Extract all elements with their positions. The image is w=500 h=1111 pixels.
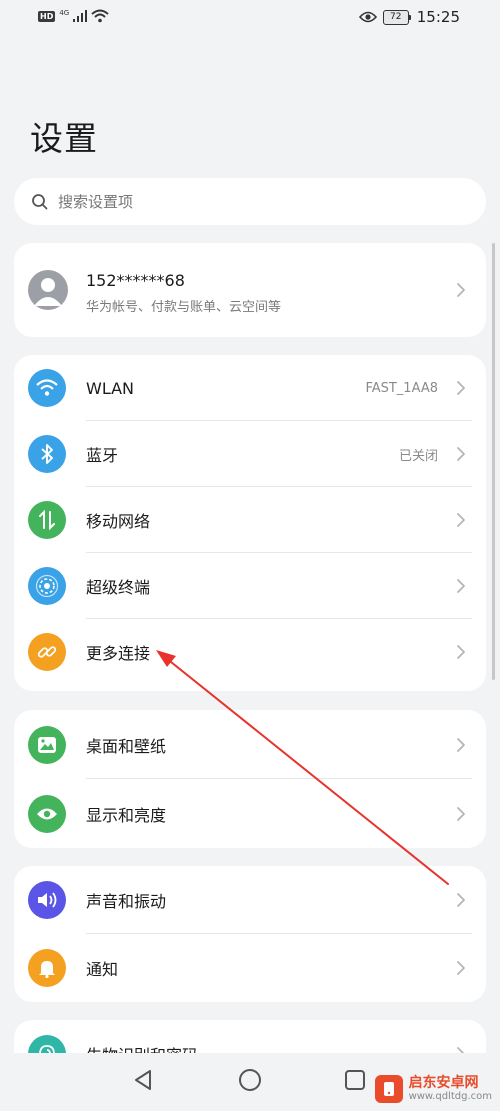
sound-card: 声音和振动 通知 xyxy=(14,866,486,1002)
settings-item-label: 声音和振动 xyxy=(86,892,167,911)
search-input[interactable] xyxy=(56,191,440,212)
settings-item-display-brightness[interactable]: 显示和亮度 xyxy=(14,779,486,848)
connectivity-card: WLAN FAST_1AA8 蓝牙 已关闭 移动网络 超级终端 更多连接 xyxy=(14,355,486,691)
settings-item-value: FAST_1AA8 xyxy=(365,380,438,396)
settings-screen: HD 4G 72 15:25 设置 搜索设置项 152******68 华为帐号… xyxy=(0,0,500,1111)
wifi-icon xyxy=(28,369,66,407)
display-card: 桌面和壁纸 显示和亮度 xyxy=(14,710,486,848)
settings-item-label: WLAN xyxy=(86,378,135,398)
recents-button[interactable] xyxy=(340,1065,370,1095)
signal-icon xyxy=(73,10,88,22)
chevron-right-icon xyxy=(457,513,465,527)
settings-item-notifications[interactable]: 通知 xyxy=(14,934,486,1002)
account-row[interactable]: 152******68 华为帐号、付款与账单、云空间等 xyxy=(14,243,486,337)
hd-badge: HD xyxy=(38,10,56,22)
bluetooth-icon xyxy=(28,435,66,473)
settings-item-label: 更多连接 xyxy=(86,644,151,663)
bell-icon xyxy=(28,949,66,987)
chevron-right-icon xyxy=(457,961,465,975)
watermark-text: 启东安卓网 www.qdltdg.com xyxy=(408,1074,492,1103)
account-card[interactable]: 152******68 华为帐号、付款与账单、云空间等 xyxy=(14,243,486,337)
mobile-data-icon xyxy=(28,501,66,539)
clock: 15:25 xyxy=(416,8,460,26)
account-name: 152******68 xyxy=(86,271,185,290)
status-left: HD 4G xyxy=(38,9,109,23)
wifi-status-icon xyxy=(91,9,109,23)
link-icon xyxy=(28,633,66,671)
settings-item-label: 超级终端 xyxy=(86,578,151,597)
chevron-right-icon xyxy=(457,806,465,821)
settings-item-label: 蓝牙 xyxy=(86,446,119,465)
chevron-right-icon xyxy=(457,283,465,297)
settings-item-label: 显示和亮度 xyxy=(86,805,167,825)
settings-item-more-connections[interactable]: 更多连接 xyxy=(14,619,486,685)
network-type: 4G xyxy=(59,9,70,17)
speaker-icon xyxy=(28,881,66,919)
settings-item-label: 桌面和壁纸 xyxy=(86,736,167,756)
wallpaper-icon xyxy=(28,725,66,764)
eye-icon xyxy=(28,794,66,833)
settings-item-mobile-network[interactable]: 移动网络 xyxy=(14,487,486,553)
search-icon xyxy=(32,193,48,209)
settings-item-super-device[interactable]: 超级终端 xyxy=(14,553,486,619)
super-device-icon xyxy=(28,567,66,605)
settings-item-label: 通知 xyxy=(86,960,119,979)
avatar xyxy=(28,270,68,310)
chevron-right-icon xyxy=(457,381,465,395)
settings-item-wlan[interactable]: WLAN FAST_1AA8 xyxy=(14,355,486,421)
chevron-right-icon xyxy=(457,645,465,659)
back-triangle-icon xyxy=(135,1070,151,1090)
back-button[interactable] xyxy=(128,1065,158,1095)
watermark-logo-icon xyxy=(374,1075,403,1103)
account-subtitle: 华为帐号、付款与账单、云空间等 xyxy=(86,300,282,315)
recents-square-icon xyxy=(345,1070,365,1090)
user-avatar-icon xyxy=(34,278,62,306)
watermark-title: 启东安卓网 xyxy=(408,1074,479,1091)
settings-item-sound-vibration[interactable]: 声音和振动 xyxy=(14,866,486,934)
chevron-right-icon xyxy=(457,579,465,593)
settings-item-label: 移动网络 xyxy=(86,512,151,531)
battery-tip xyxy=(408,14,411,20)
search-bar[interactable] xyxy=(14,178,486,225)
scrollbar[interactable] xyxy=(492,243,495,680)
battery-level: 72 xyxy=(382,9,409,25)
battery-indicator: 72 xyxy=(382,9,411,25)
watermark: 启东安卓网 www.qdltdg.com xyxy=(374,1074,492,1103)
settings-item-value: 已关闭 xyxy=(398,448,438,464)
eye-comfort-icon xyxy=(358,11,377,23)
chevron-right-icon xyxy=(457,737,465,752)
status-right: 72 15:25 xyxy=(358,8,460,26)
chevron-right-icon xyxy=(457,893,465,907)
chevron-right-icon xyxy=(457,447,465,461)
watermark-url: www.qdltdg.com xyxy=(408,1091,492,1103)
home-button[interactable] xyxy=(235,1065,265,1095)
status-bar: HD 4G 72 15:25 xyxy=(0,0,500,38)
settings-item-bluetooth[interactable]: 蓝牙 已关闭 xyxy=(14,421,486,487)
settings-item-wallpaper[interactable]: 桌面和壁纸 xyxy=(14,710,486,779)
home-circle-icon xyxy=(239,1069,261,1091)
page-title: 设置 xyxy=(30,119,98,158)
